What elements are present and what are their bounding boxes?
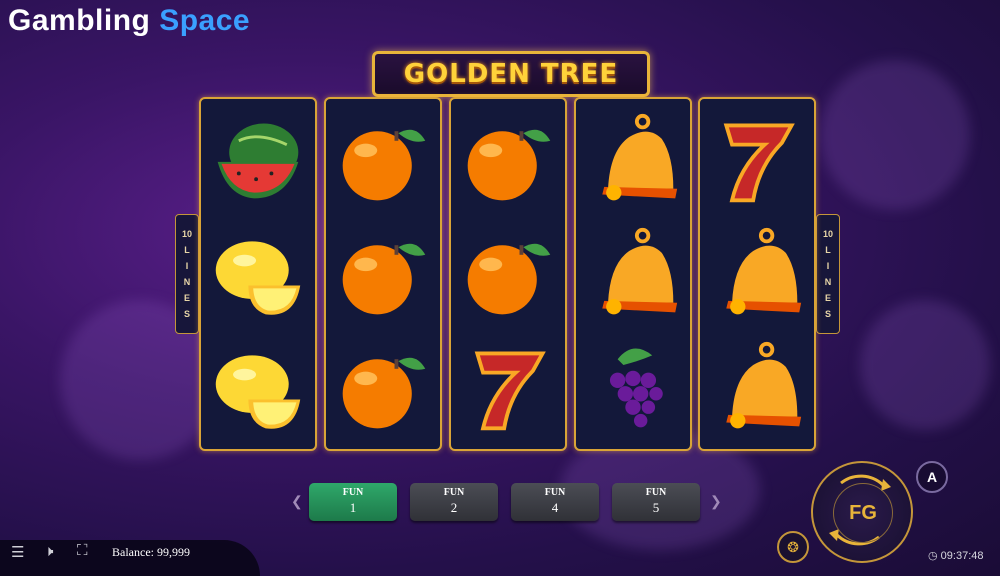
bet-button-1[interactable]: FUN 1 — [309, 483, 397, 521]
brand-logo: Gambling Space — [8, 4, 251, 37]
lines-indicator-right: 10 L I N E S — [816, 214, 840, 334]
reel-3 — [449, 97, 567, 451]
autoplay-button[interactable]: A — [916, 461, 948, 493]
clock: ◷ 09:37:48 — [928, 550, 984, 562]
lemon-symbol-icon — [205, 333, 311, 443]
bet-next-arrow-icon[interactable]: ❯ — [710, 493, 722, 510]
sound-icon[interactable]: 🕨 — [44, 543, 53, 560]
lemon-symbol-icon — [205, 219, 311, 329]
bet-button-5[interactable]: FUN 5 — [612, 483, 700, 521]
background-bokeh — [820, 60, 970, 210]
turbo-snail-button[interactable]: ❂ — [777, 531, 809, 563]
bet-prev-arrow-icon[interactable]: ❮ — [291, 493, 303, 510]
fullscreen-icon[interactable]: ⛶ — [77, 542, 88, 559]
grapes-symbol-icon — [580, 333, 686, 443]
balance-display: Balance: 99,999 — [112, 545, 190, 559]
bell-symbol-icon — [704, 219, 810, 329]
bell-symbol-icon — [580, 219, 686, 329]
orange-symbol-icon — [455, 105, 561, 215]
clock-icon: ◷ — [928, 550, 938, 562]
bell-symbol-icon — [580, 105, 686, 215]
game-title-plate: GOLDEN TREE — [372, 51, 650, 97]
lines-indicator-left: 10 L I N E S — [175, 214, 199, 334]
reel-2 — [324, 97, 442, 451]
reel-5 — [698, 97, 816, 451]
background-bokeh — [860, 300, 990, 430]
orange-symbol-icon — [330, 333, 436, 443]
spin-button[interactable]: FG — [811, 461, 913, 563]
bet-button-4[interactable]: FUN 4 — [511, 483, 599, 521]
spin-logo: FG — [833, 483, 893, 543]
seven-symbol-icon — [455, 333, 561, 443]
bet-button-2[interactable]: FUN 2 — [410, 483, 498, 521]
game-title: GOLDEN TREE — [403, 59, 619, 89]
orange-symbol-icon — [455, 219, 561, 329]
orange-symbol-icon — [330, 219, 436, 329]
snail-icon: ❂ — [787, 538, 799, 555]
reel-4 — [574, 97, 692, 451]
bell-symbol-icon — [704, 333, 810, 443]
seven-symbol-icon — [704, 105, 810, 215]
reel-1 — [199, 97, 317, 451]
watermelon-symbol-icon — [205, 105, 311, 215]
menu-icon[interactable]: ☰ — [11, 543, 24, 561]
orange-symbol-icon — [330, 105, 436, 215]
